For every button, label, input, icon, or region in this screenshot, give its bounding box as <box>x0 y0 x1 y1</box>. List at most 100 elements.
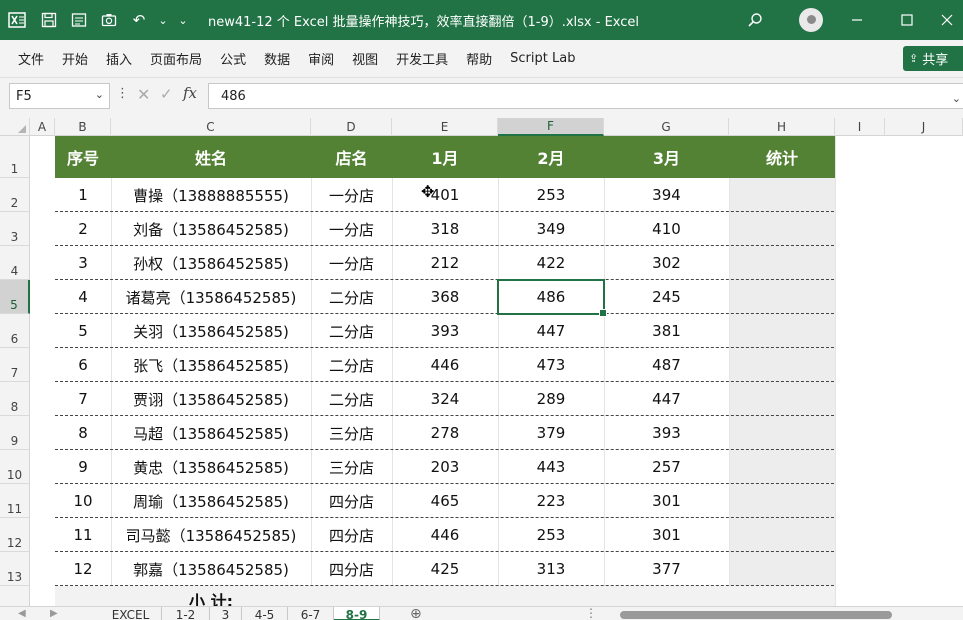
row-divider <box>55 552 834 586</box>
header-cell-index[interactable]: 序号 <box>55 136 111 178</box>
share-button[interactable]: ⇪ 共享 <box>903 46 963 71</box>
chevron-down-icon[interactable]: ⌄ <box>95 88 104 101</box>
select-all-corner[interactable] <box>0 118 30 136</box>
column-header-b[interactable]: B <box>55 118 111 136</box>
header-cell-stats[interactable]: 统计 <box>729 136 835 178</box>
more-options-icon[interactable]: ⋮ <box>585 607 597 619</box>
account-avatar[interactable] <box>796 0 826 40</box>
row-divider <box>55 212 834 246</box>
column-header-c[interactable]: C <box>111 118 311 136</box>
row-header-12[interactable]: 12 <box>0 518 30 552</box>
tab-help[interactable]: 帮助 <box>457 49 501 68</box>
row-header-6[interactable]: 6 <box>0 314 30 348</box>
close-icon[interactable] <box>932 0 962 40</box>
insert-function-icon[interactable]: fx <box>183 84 197 102</box>
sheet-tab-excel[interactable]: EXCEL <box>100 607 162 620</box>
add-sheet-icon[interactable]: ⊕ <box>410 607 422 620</box>
tab-file[interactable]: 文件 <box>9 49 53 68</box>
save-icon[interactable] <box>34 0 64 40</box>
row-divider <box>55 450 834 484</box>
row-header-10[interactable]: 10 <box>0 450 30 484</box>
row-divider <box>55 416 834 450</box>
search-icon[interactable] <box>742 0 768 40</box>
row-header-5[interactable]: 5 <box>0 280 30 314</box>
header-cell-store[interactable]: 店名 <box>311 136 392 178</box>
header-cell-feb[interactable]: 2月 <box>498 136 604 178</box>
row-divider <box>55 178 834 212</box>
name-box-value: F5 <box>16 88 32 104</box>
tab-review[interactable]: 审阅 <box>299 49 343 68</box>
row-divider <box>55 246 834 280</box>
row-header-7[interactable]: 7 <box>0 348 30 382</box>
share-label: 共享 <box>922 53 949 68</box>
tab-insert[interactable]: 插入 <box>97 49 141 68</box>
tab-home[interactable]: 开始 <box>53 49 97 68</box>
maximize-icon[interactable] <box>892 0 922 40</box>
cursor-icon: ✥ <box>421 182 435 201</box>
row-header-9[interactable]: 9 <box>0 416 30 450</box>
tab-view[interactable]: 视图 <box>343 49 387 68</box>
row-divider <box>55 518 834 552</box>
row-divider <box>55 382 834 416</box>
row-divider <box>55 484 834 518</box>
horizontal-scrollbar[interactable] <box>620 611 892 619</box>
worksheet-grid[interactable]: 序号 姓名 店名 1月 2月 3月 统计 1 曹操（13888885555) 一… <box>30 136 963 606</box>
row-header-4[interactable]: 4 <box>0 246 30 280</box>
undo-dropdown-icon[interactable]: ⌄ <box>154 0 172 40</box>
header-cell-jan[interactable]: 1月 <box>392 136 498 178</box>
header-cell-name[interactable]: 姓名 <box>111 136 311 178</box>
prev-sheet-icon[interactable]: ◀ <box>18 608 26 619</box>
row-divider <box>55 348 834 382</box>
sheet-tab-1-2[interactable]: 1-2 <box>162 607 210 620</box>
sheet-tab-4-5[interactable]: 4-5 <box>242 607 288 620</box>
row-divider <box>55 280 834 314</box>
column-header-j[interactable]: J <box>885 118 963 136</box>
row-header-8[interactable]: 8 <box>0 382 30 416</box>
column-header-f[interactable]: F <box>498 118 604 136</box>
subtotal-label[interactable]: 小 计: <box>111 588 311 606</box>
formula-bar: F5 ⌄ ⋮ ✕ ✓ fx 486 ⌄ <box>0 78 963 118</box>
row-header-13[interactable]: 13 <box>0 552 30 586</box>
tab-script-lab[interactable]: Script Lab <box>501 51 584 66</box>
column-header-i[interactable]: I <box>835 118 885 136</box>
minimize-icon[interactable] <box>842 0 872 40</box>
sheet-tab-6-7[interactable]: 6-7 <box>288 607 334 620</box>
undo-icon[interactable]: ↶ <box>124 0 154 40</box>
form-icon[interactable] <box>64 0 94 40</box>
column-header-a[interactable]: A <box>30 118 55 136</box>
document-title: new41-12 个 Excel 批量操作神技巧，效率直接翻倍（1-9）.xls… <box>208 14 640 30</box>
avatar <box>799 8 823 32</box>
expand-formula-icon[interactable]: ⌄ <box>952 92 961 105</box>
enter-icon[interactable]: ✓ <box>160 85 173 103</box>
row-header-2[interactable]: 2 <box>0 178 30 212</box>
column-header-e[interactable]: E <box>392 118 498 136</box>
name-box[interactable]: F5 ⌄ <box>9 83 110 109</box>
row-divider <box>55 314 834 348</box>
column-divider <box>835 136 836 606</box>
next-sheet-icon[interactable]: ▶ <box>50 608 58 619</box>
tab-page-layout[interactable]: 页面布局 <box>141 49 211 68</box>
header-cell-mar[interactable]: 3月 <box>604 136 729 178</box>
row-header-11[interactable]: 11 <box>0 484 30 518</box>
row-header-14[interactable] <box>0 586 30 606</box>
column-header-g[interactable]: G <box>604 118 729 136</box>
column-header-d[interactable]: D <box>311 118 392 136</box>
share-icon: ⇪ <box>909 52 919 65</box>
formula-input[interactable]: 486 ⌄ <box>208 83 963 109</box>
title-bar: ↶ ⌄ ⌄ new41-12 个 Excel 批量操作神技巧，效率直接翻倍（1-… <box>0 0 963 40</box>
row-header-1[interactable]: 1 <box>0 136 30 178</box>
row-header-3[interactable]: 3 <box>0 212 30 246</box>
sheet-tab-8-9[interactable]: 8-9 <box>334 607 380 620</box>
column-header-h[interactable]: H <box>729 118 835 136</box>
tab-formulas[interactable]: 公式 <box>211 49 255 68</box>
customize-toolbar-icon[interactable]: ⌄ <box>172 0 194 40</box>
sheet-tab-3[interactable]: 3 <box>210 607 242 620</box>
ribbon-tabs: 文件 开始 插入 页面布局 公式 数据 审阅 视图 开发工具 帮助 Script… <box>0 40 963 78</box>
cancel-icon[interactable]: ✕ <box>137 85 150 104</box>
tab-developer[interactable]: 开发工具 <box>387 49 457 68</box>
more-options-icon[interactable]: ⋮ <box>116 86 129 101</box>
sheet-tab-bar: ◀ ▶ EXCEL 1-2 3 4-5 6-7 8-9 ⊕ ⋮ <box>0 606 963 620</box>
tab-data[interactable]: 数据 <box>255 49 299 68</box>
formula-value: 486 <box>221 88 246 104</box>
camera-icon[interactable] <box>94 0 124 40</box>
